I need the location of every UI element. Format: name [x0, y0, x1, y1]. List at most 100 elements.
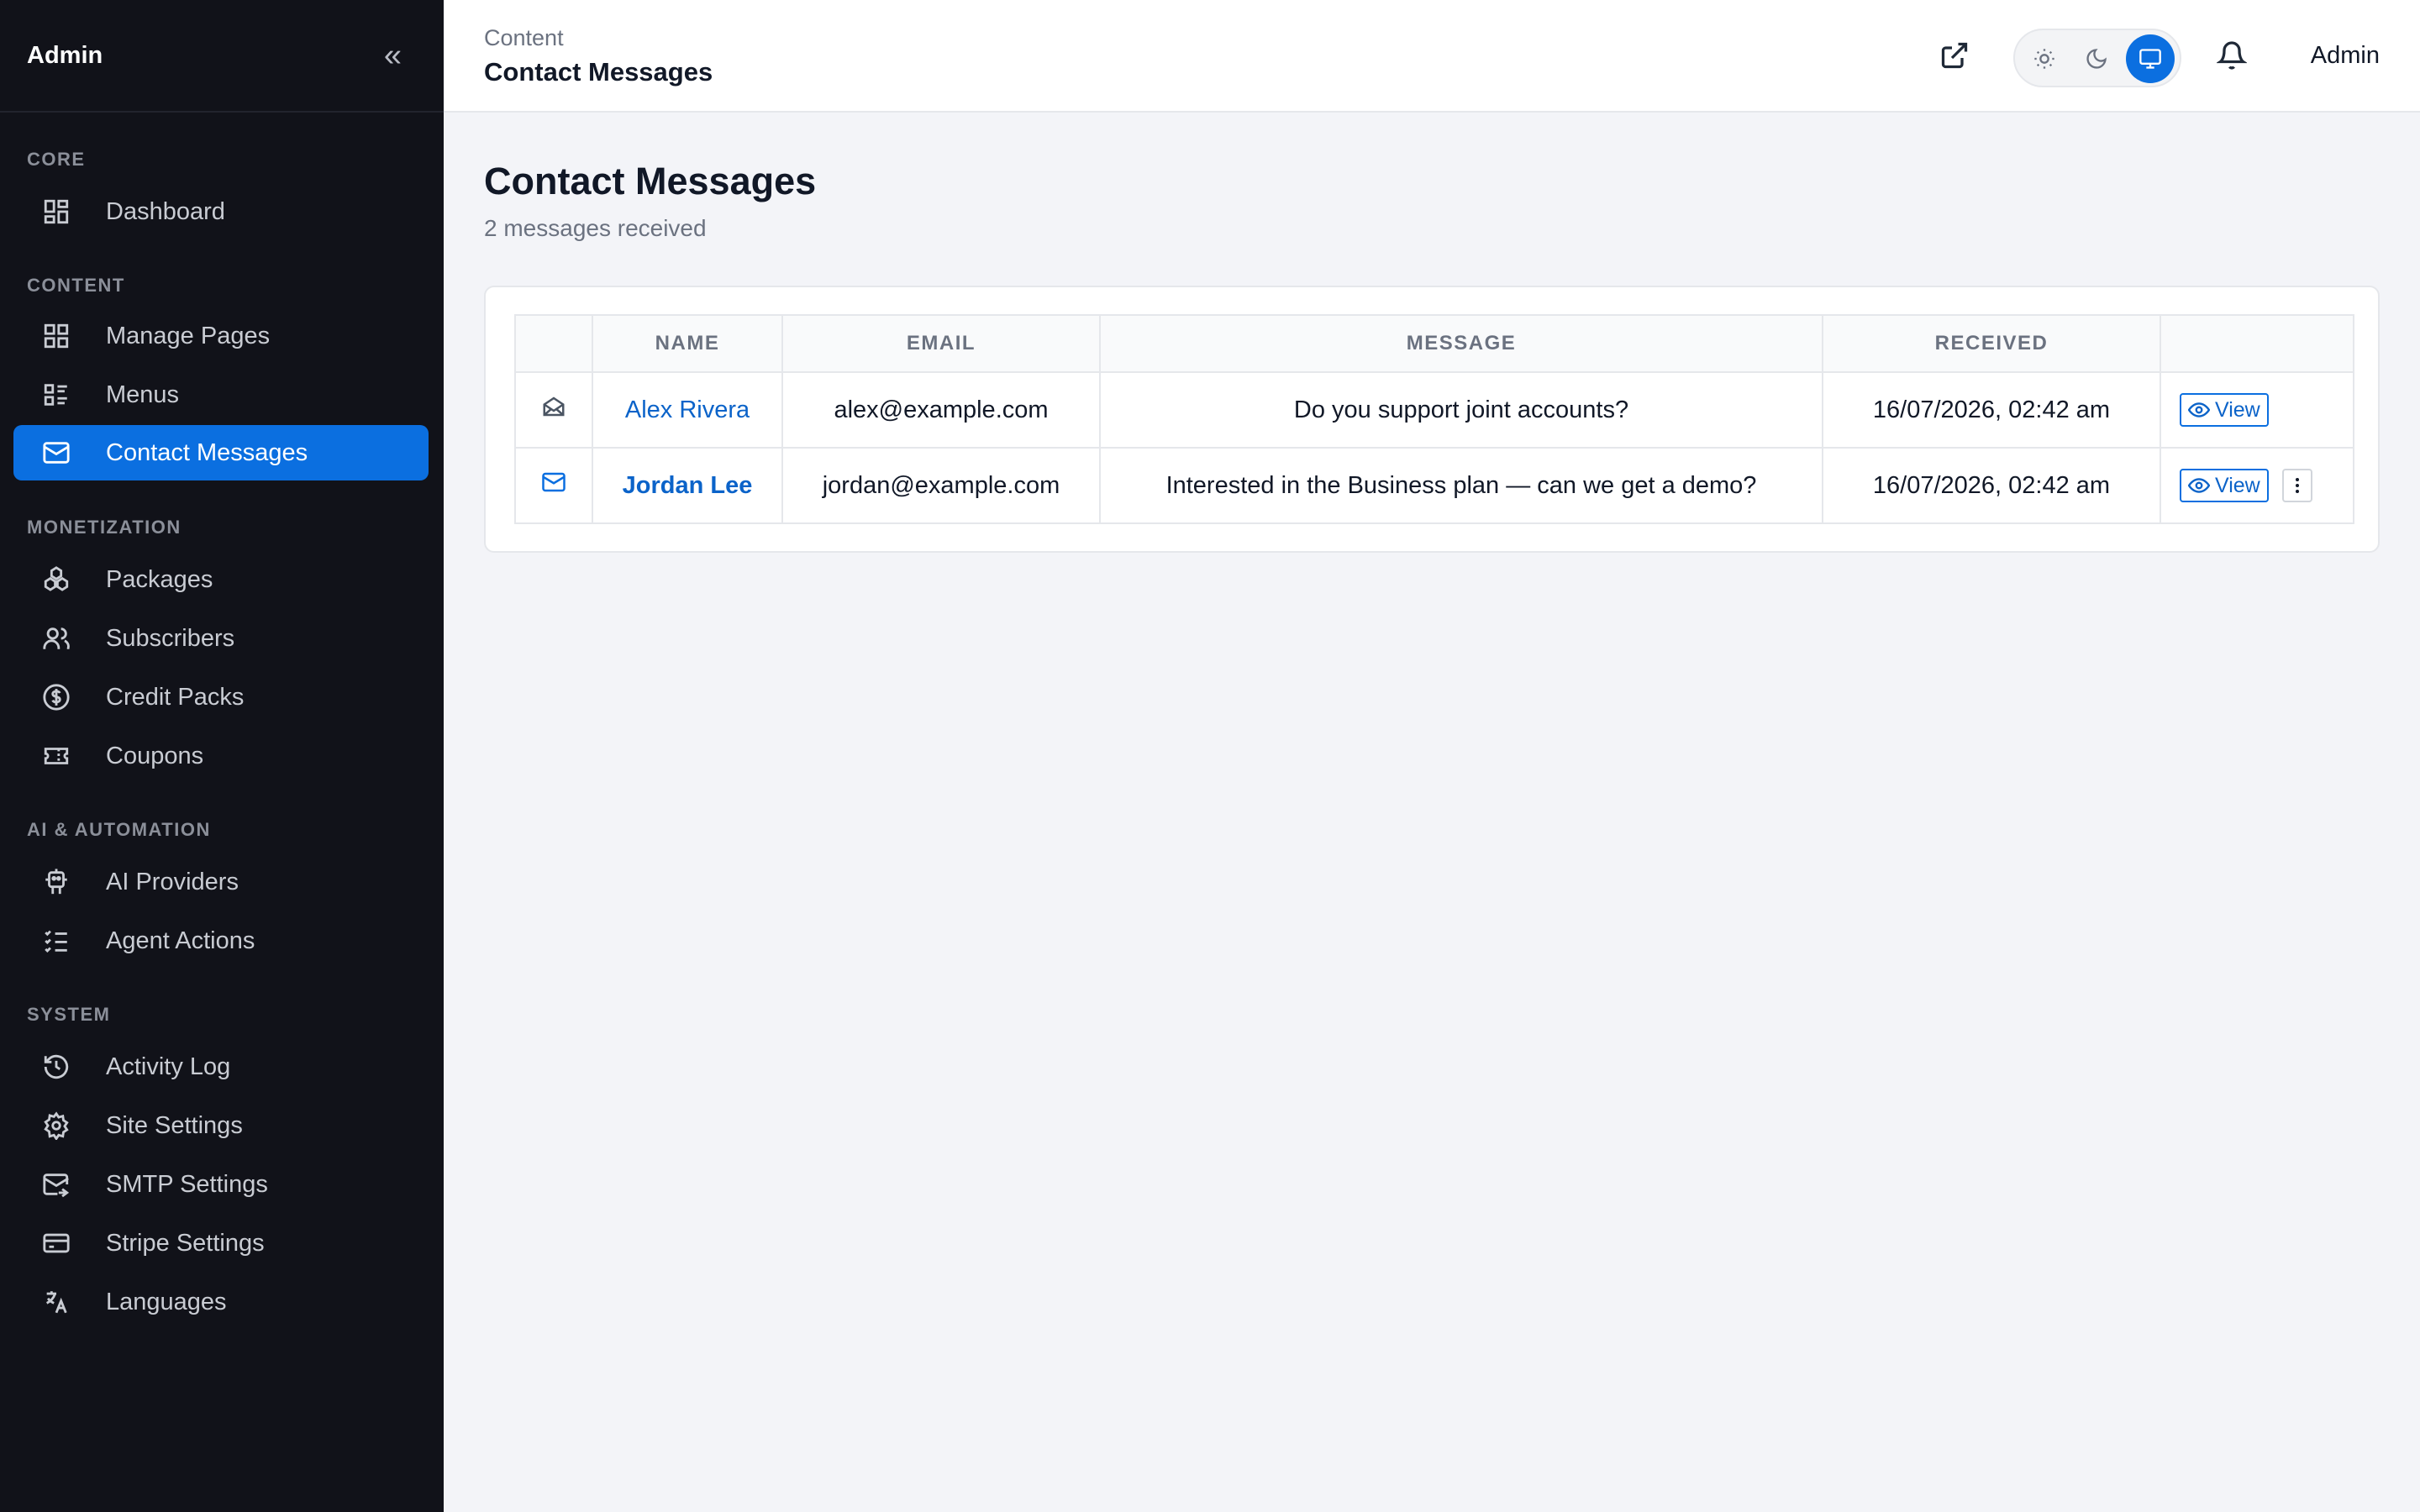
bot-icon: [42, 868, 71, 896]
received-cell: 16/07/2026, 02:42 am: [1822, 371, 2161, 449]
mail-icon: [42, 438, 71, 467]
eye-icon: [2188, 402, 2210, 417]
sidebar-section-monetization: MONETIZATION: [27, 517, 182, 538]
sidebar-item-label: Packages: [106, 565, 213, 593]
sidebar-item-manage-pages[interactable]: Manage Pages: [13, 308, 429, 364]
messages-card: NAME EMAIL MESSAGE RECEIVED Alex Rivera …: [484, 286, 2380, 553]
column-header-email[interactable]: EMAIL: [781, 314, 1101, 373]
sidebar-item-ai-providers[interactable]: AI Providers: [13, 854, 429, 910]
sidebar-item-coupons[interactable]: Coupons: [13, 728, 429, 784]
column-header-message[interactable]: MESSAGE: [1099, 314, 1823, 373]
view-button[interactable]: View: [2180, 469, 2269, 502]
dashboard-grid-icon: [42, 197, 71, 226]
sidebar-item-label: Stripe Settings: [106, 1229, 265, 1257]
sidebar-item-packages[interactable]: Packages: [13, 552, 429, 607]
more-options-button[interactable]: [2281, 469, 2312, 502]
sidebar-item-label: Languages: [106, 1288, 227, 1315]
app: Admin « CORE CONTENT MONETIZATION AI & A…: [0, 0, 2420, 1512]
sidebar-item-credit-packs[interactable]: Credit Packs: [13, 669, 429, 725]
sidebar-item-label: Activity Log: [106, 1053, 231, 1080]
sidebar-item-contact-messages[interactable]: Contact Messages: [13, 425, 429, 480]
sidebar-item-label: SMTP Settings: [106, 1170, 268, 1198]
view-button-label: View: [2215, 473, 2260, 497]
sidebar-header: Admin «: [0, 0, 444, 113]
sidebar-item-languages[interactable]: Languages: [13, 1274, 429, 1330]
menu-list-icon: [42, 381, 71, 409]
sidebar-section-content: CONTENT: [27, 275, 125, 296]
email-cell: alex@example.com: [781, 371, 1101, 449]
column-header-name[interactable]: NAME: [592, 314, 783, 373]
sidebar-item-label: Contact Messages: [106, 438, 308, 466]
mail-open-icon: [541, 396, 566, 425]
sidebar-section-system: SYSTEM: [27, 1004, 111, 1025]
sidebar-item-label: Agent Actions: [106, 927, 255, 954]
view-button[interactable]: View: [2180, 393, 2269, 427]
sidebar-item-label: Credit Packs: [106, 683, 245, 711]
sidebar-item-label: Site Settings: [106, 1111, 243, 1139]
sidebar-item-activity-log[interactable]: Activity Log: [13, 1039, 429, 1095]
sidebar-item-label: AI Providers: [106, 868, 239, 895]
sidebar-section-ai-automation: AI & AUTOMATION: [27, 819, 211, 840]
view-button-label: View: [2215, 397, 2260, 422]
checklist-icon: [42, 927, 71, 955]
page-subtitle: 2 messages received: [484, 215, 707, 241]
name-cell: Alex Rivera: [592, 371, 783, 449]
more-vertical-icon: [2295, 478, 2299, 493]
sidebar-item-dashboard[interactable]: Dashboard: [13, 184, 429, 239]
eye-icon: [2188, 478, 2210, 493]
sidebar-item-label: Manage Pages: [106, 322, 271, 349]
table-header-row: NAME EMAIL MESSAGE RECEIVED: [514, 314, 2354, 373]
sidebar-section-core: CORE: [27, 149, 86, 170]
top-bar: Content Contact Messages Admin: [444, 0, 2420, 113]
name-cell: Jordan Lee: [592, 447, 783, 524]
history-icon: [42, 1053, 71, 1081]
pages-grid-icon: [42, 322, 71, 350]
status-cell: [514, 371, 593, 449]
moon-icon[interactable]: [2072, 34, 2121, 83]
sun-icon[interactable]: [2020, 34, 2069, 83]
sidebar-item-label: Coupons: [106, 742, 204, 769]
breadcrumb-parent[interactable]: Content: [484, 25, 564, 51]
actions-cell: View: [2160, 371, 2354, 449]
bell-icon[interactable]: [2216, 40, 2250, 74]
gear-icon: [42, 1111, 71, 1140]
dollar-circle-icon: [42, 683, 71, 711]
sidebar-item-site-settings[interactable]: Site Settings: [13, 1098, 429, 1153]
sidebar-item-label: Menus: [106, 381, 180, 408]
table-row: Jordan Lee jordan@example.com Interested…: [514, 447, 2354, 524]
sidebar-item-label: Subscribers: [106, 624, 235, 652]
message-cell: Interested in the Business plan — can we…: [1099, 447, 1823, 524]
message-name-link[interactable]: Alex Rivera: [625, 396, 750, 423]
column-header-actions: [2160, 314, 2354, 373]
users-icon: [42, 624, 71, 653]
column-header-status: [514, 314, 593, 373]
chevrons-left-icon[interactable]: «: [384, 39, 402, 71]
actions-cell: View: [2160, 447, 2354, 524]
messages-table: NAME EMAIL MESSAGE RECEIVED Alex Rivera …: [514, 314, 2354, 524]
sidebar-brand: Admin: [27, 41, 103, 69]
user-menu[interactable]: Admin: [2311, 42, 2380, 70]
sidebar-item-stripe-settings[interactable]: Stripe Settings: [13, 1215, 429, 1271]
packages-icon: [42, 565, 71, 594]
message-cell: Do you support joint accounts?: [1099, 371, 1823, 449]
mail-icon: [541, 472, 566, 501]
credit-card-icon: [42, 1229, 71, 1257]
column-header-received[interactable]: RECEIVED: [1822, 314, 2161, 373]
sidebar-item-subscribers[interactable]: Subscribers: [13, 611, 429, 666]
page-title: Contact Messages: [484, 160, 817, 202]
sidebar-item-agent-actions[interactable]: Agent Actions: [13, 913, 429, 969]
mail-send-icon: [42, 1170, 71, 1199]
external-link-icon[interactable]: [1939, 40, 1973, 74]
sidebar-item-smtp-settings[interactable]: SMTP Settings: [13, 1157, 429, 1212]
sidebar-item-label: Dashboard: [106, 197, 225, 225]
received-cell: 16/07/2026, 02:42 am: [1822, 447, 2161, 524]
theme-toggle: [2013, 29, 2181, 87]
message-name-link[interactable]: Jordan Lee: [623, 472, 753, 499]
email-cell: jordan@example.com: [781, 447, 1101, 524]
table-row: Alex Rivera alex@example.com Do you supp…: [514, 371, 2354, 449]
ticket-icon: [42, 742, 71, 770]
breadcrumb-current: Contact Messages: [484, 57, 713, 87]
sidebar: Admin « CORE CONTENT MONETIZATION AI & A…: [0, 0, 444, 1512]
sidebar-item-menus[interactable]: Menus: [13, 367, 429, 423]
monitor-icon[interactable]: [2126, 34, 2175, 83]
